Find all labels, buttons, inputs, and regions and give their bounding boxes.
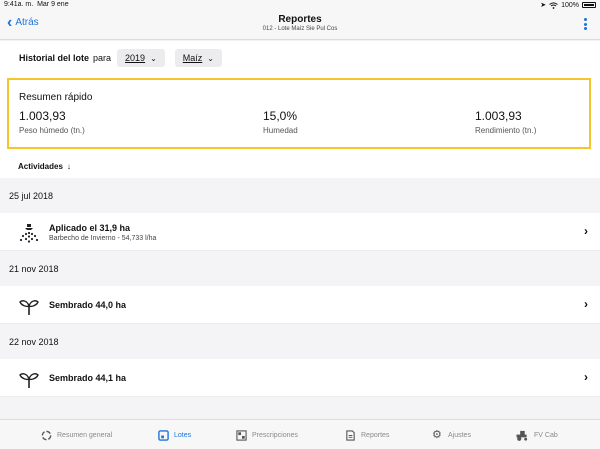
prescriptions-icon xyxy=(236,430,247,441)
chevron-down-icon: ⌄ xyxy=(207,53,214,63)
arrow-down-icon: ↓ xyxy=(66,161,71,171)
more-options-icon[interactable] xyxy=(584,18,588,32)
activity-row[interactable]: Sembrado 44,0 ha › xyxy=(0,286,600,324)
overview-icon xyxy=(41,430,52,441)
history-filter: Historial del lote para 2019 ⌄ Maíz ⌄ xyxy=(0,45,600,71)
tab-prescriptions[interactable]: Prescripciones xyxy=(236,430,298,441)
metric-value: 1.003,93 xyxy=(19,109,66,123)
list-footer-space xyxy=(0,397,600,419)
chevron-right-icon: › xyxy=(584,370,588,384)
year-dropdown[interactable]: 2019 ⌄ xyxy=(117,49,165,67)
activity-date-header: 21 nov 2018 xyxy=(0,251,600,286)
page-subtitle: 012 - Lote Maíz Sie Pul Cos xyxy=(262,26,338,32)
metric-moisture: 15,0% Humedad xyxy=(263,109,298,135)
tractor-icon xyxy=(516,430,528,441)
tab-label: Lotes xyxy=(174,432,192,439)
status-bar: 9:41a. m. Mar 9 ene ➤ 100% xyxy=(0,0,600,10)
chevron-right-icon: › xyxy=(584,224,588,238)
activity-title: Sembrado 44,0 ha xyxy=(49,300,127,310)
tab-overview[interactable]: Resumen general xyxy=(41,430,112,441)
chevron-right-icon: › xyxy=(584,297,588,311)
metric-yield: 1.003,93 Rendimiento (tn.) xyxy=(475,109,536,135)
activity-title: Aplicado el 31,9 ha xyxy=(49,223,131,233)
year-value: 2019 xyxy=(125,53,146,63)
tab-reports[interactable]: Reportes xyxy=(345,430,389,441)
sprayer-icon xyxy=(19,224,39,243)
crop-value: Maíz xyxy=(182,53,203,63)
seedling-icon xyxy=(19,300,39,315)
tab-fields[interactable]: Lotes xyxy=(158,430,191,441)
activity-row[interactable]: Sembrado 44,1 ha › xyxy=(0,359,600,397)
activity-row[interactable]: Aplicado el 31,9 ha Barbecho de Invierno… xyxy=(0,213,600,251)
tab-label: Prescripciones xyxy=(252,432,298,439)
reports-icon xyxy=(346,430,355,441)
activities-sort-button[interactable]: Actividades ↓ xyxy=(0,154,600,178)
tab-label: FV Cab xyxy=(534,432,558,439)
activity-date-header: 25 jul 2018 xyxy=(0,178,600,213)
tab-label: Resumen general xyxy=(57,432,113,439)
activity-date-header: 22 nov 2018 xyxy=(0,324,600,359)
report-content: Historial del lote para 2019 ⌄ Maíz ⌄ Re… xyxy=(0,41,600,419)
activities-label: Actividades xyxy=(18,161,63,171)
chevron-down-icon: ⌄ xyxy=(150,53,157,63)
metric-wet-weight: 1.003,93 Peso húmedo (tn.) xyxy=(19,109,85,135)
activity-detail: Barbecho de Invierno - 54,733 l/ha xyxy=(49,235,157,242)
wifi-icon xyxy=(549,1,558,9)
tab-fv-cab[interactable]: FV Cab xyxy=(515,430,558,441)
filter-label: Historial del lote xyxy=(19,53,90,63)
battery-level: 100% xyxy=(561,1,579,9)
tab-bar: Resumen general Lotes Prescripciones Rep… xyxy=(0,419,600,449)
metric-label: Rendimiento (tn.) xyxy=(475,126,537,135)
activity-title: Sembrado 44,1 ha xyxy=(49,373,127,383)
location-icon: ➤ xyxy=(540,2,547,9)
status-time: 9:41a. m. xyxy=(4,1,34,8)
quick-summary-card: Resumen rápido 1.003,93 Peso húmedo (tn.… xyxy=(7,78,591,149)
tab-settings[interactable]: ⚙ Ajustes xyxy=(432,430,471,441)
crop-dropdown[interactable]: Maíz ⌄ xyxy=(174,49,222,67)
gear-icon: ⚙ xyxy=(432,429,442,441)
fields-icon xyxy=(158,430,169,441)
metric-label: Peso húmedo (tn.) xyxy=(19,126,85,135)
status-date: Mar 9 ene xyxy=(37,1,69,8)
tab-label: Ajustes xyxy=(448,432,471,439)
filter-connector: para xyxy=(93,53,112,63)
tab-label: Reportes xyxy=(361,432,390,439)
metric-label: Humedad xyxy=(263,126,298,135)
metric-value: 15,0% xyxy=(263,109,298,123)
page-title: Reportes xyxy=(278,14,322,25)
summary-title: Resumen rápido xyxy=(19,92,93,103)
seedling-icon xyxy=(19,373,39,388)
battery-icon xyxy=(582,2,596,8)
navigation-bar: ‹ Atrás Reportes 012 - Lote Maíz Sie Pul… xyxy=(0,10,600,40)
metric-value: 1.003,93 xyxy=(475,109,522,123)
